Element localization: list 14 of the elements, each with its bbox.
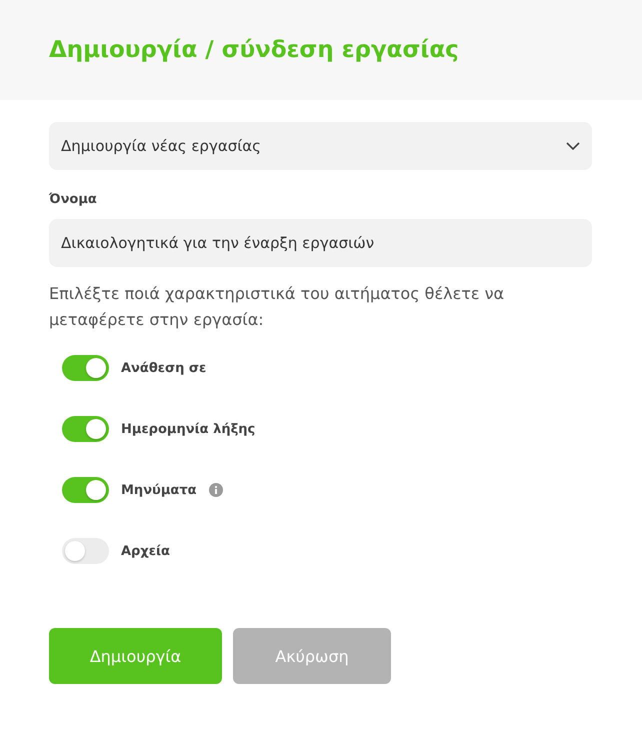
- toggle-label: Ημερομηνία λήξης: [121, 422, 256, 436]
- toggle-switch[interactable]: [62, 538, 109, 564]
- toggle-label: Μηνύματα: [121, 482, 197, 498]
- name-field[interactable]: Δικαιολογητικά για την έναρξη εργασιών: [49, 219, 592, 267]
- toggle-label: Αρχεία: [121, 544, 170, 558]
- instructions-text: Επιλέξτε ποιά χαρακτηριστικά του αιτήματος θέλετε να μεταφέρετε στην εργασία:: [49, 283, 506, 331]
- toggle-switch[interactable]: [62, 355, 109, 381]
- field-label: Όνομα: [49, 192, 98, 207]
- toggle-switch[interactable]: [62, 477, 109, 503]
- mode-dropdown[interactable]: Δημιουργία νέας εργασίας: [49, 122, 592, 170]
- toggle-switch[interactable]: [62, 416, 109, 442]
- chevron-down-icon: [566, 142, 580, 150]
- toggle-label: Ανάθεση σε: [121, 360, 206, 376]
- dialog-title: Δημιουργία / σύνδεση εργασίας: [49, 37, 459, 63]
